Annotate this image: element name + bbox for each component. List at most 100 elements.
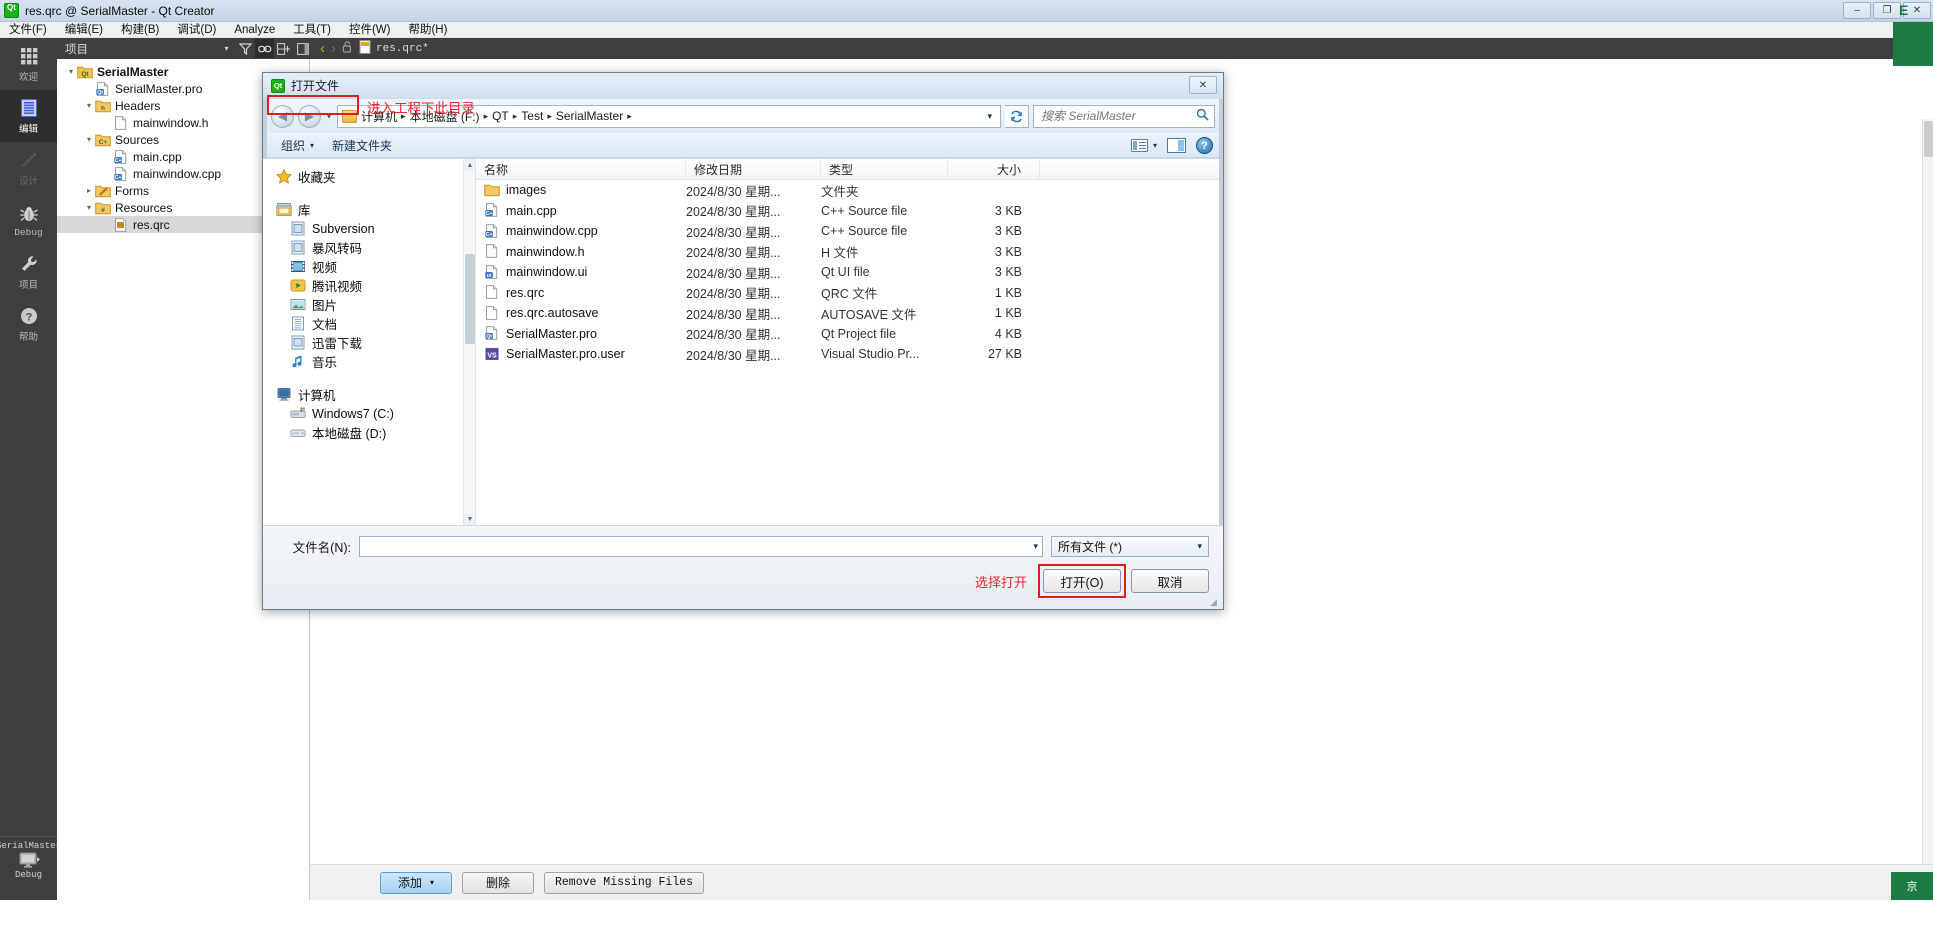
editor-scrollbar[interactable] <box>1922 119 1933 899</box>
menu-item-2[interactable]: 构建(B) <box>112 22 168 38</box>
place-item-4[interactable]: 视频 <box>263 257 475 276</box>
filename-field[interactable]: ▾ <box>359 536 1043 557</box>
view-mode-button[interactable]: ▾ <box>1130 139 1157 152</box>
file-row[interactable]: images 2024/8/30 星期... 文件夹 <box>476 180 1223 201</box>
unlock-icon[interactable] <box>342 41 353 56</box>
file-row[interactable]: VS SerialMaster.pro.user 2024/8/30 星期... Vi… <box>476 344 1223 365</box>
help-icon[interactable]: ? <box>1196 137 1213 154</box>
filter-icon[interactable] <box>236 39 255 58</box>
editor-tab-res-qrc[interactable]: res.qrc* <box>359 39 429 58</box>
preview-pane-icon[interactable] <box>1167 138 1186 153</box>
breadcrumb-item-2[interactable]: QT <box>492 109 509 123</box>
place-item-6[interactable]: 图片 <box>263 295 475 314</box>
tree-expand-arrow[interactable]: ▾ <box>83 135 95 144</box>
places-pane[interactable]: 收藏夹库 Subversion 暴风转码 视频 腾讯视频 图片 文档 迅雷下载 音乐计算机 Win… <box>263 159 476 525</box>
refresh-icon[interactable] <box>1005 104 1029 128</box>
menu-item-0[interactable]: 文件(F) <box>0 22 56 38</box>
back-arrow-icon[interactable]: ◀ <box>271 104 294 128</box>
column-header-size[interactable]: 大小 <box>948 159 1040 179</box>
remove-missing-files-button[interactable]: Remove Missing Files <box>544 871 705 894</box>
file-row[interactable]: C+ main.cpp 2024/8/30 星期... C++ Source file… <box>476 201 1223 222</box>
svg-text:VS: VS <box>487 352 497 359</box>
nav-back-button[interactable]: ‹ <box>320 40 325 57</box>
place-item-label: 本地磁盘 (D:) <box>312 427 387 441</box>
scroll-up-icon[interactable]: ▲ <box>464 159 475 171</box>
minimize-button[interactable]: – <box>1843 2 1871 19</box>
column-header-date[interactable]: 修改日期 <box>686 159 821 179</box>
chevron-down-icon[interactable]: ▾ <box>987 111 996 122</box>
file-type: C++ Source file <box>821 203 908 218</box>
chevron-down-icon: ▾ <box>1152 141 1157 150</box>
mode-item-bug[interactable]: Debug <box>0 194 57 246</box>
file-list-rows[interactable]: images 2024/8/30 星期... 文件夹 C+ main.cpp 2024/8… <box>476 180 1223 365</box>
tree-expand-arrow[interactable]: ▾ <box>83 203 95 212</box>
history-dropdown-icon[interactable]: ▾ <box>325 112 333 121</box>
places-scrollbar[interactable]: ▲ ▼ <box>463 159 475 525</box>
split-icon[interactable] <box>274 39 293 58</box>
place-item-label: 收藏夹 <box>298 171 336 185</box>
place-item-1[interactable]: 库 <box>263 200 475 219</box>
file-row[interactable]: res.qrc 2024/8/30 星期... QRC 文件 1 KB <box>476 283 1223 304</box>
menu-item-7[interactable]: 帮助(H) <box>399 22 456 38</box>
mode-item-question[interactable]: ? 帮助 <box>0 298 57 350</box>
file-row[interactable]: ui mainwindow.ui 2024/8/30 星期... Qt UI file… <box>476 262 1223 283</box>
menu-item-1[interactable]: 编辑(E) <box>56 22 112 38</box>
place-item-7[interactable]: 文档 <box>263 314 475 333</box>
chevron-down-icon[interactable]: ▾ <box>217 39 236 58</box>
link-icon[interactable] <box>255 39 274 58</box>
kit-selector[interactable]: SerialMaster Debug <box>0 836 61 900</box>
place-item-5[interactable]: 腾讯视频 <box>263 276 475 295</box>
menu-item-6[interactable]: 控件(W) <box>340 22 400 38</box>
remove-button[interactable]: 删除 <box>462 871 534 894</box>
menu-item-5[interactable]: 工具(T) <box>284 22 340 38</box>
filename-input[interactable] <box>364 538 1030 555</box>
tree-expand-arrow[interactable]: ▸ <box>83 186 95 195</box>
nav-forward-button[interactable]: › <box>331 40 336 57</box>
add-button[interactable]: 添加 ▾ <box>380 871 452 894</box>
dialog-close-button[interactable]: ✕ <box>1189 76 1217 94</box>
search-box[interactable] <box>1033 104 1215 128</box>
question-icon: ? <box>18 305 40 327</box>
place-item-9[interactable]: 音乐 <box>263 352 475 371</box>
menu-item-4[interactable]: Analyze <box>225 22 284 38</box>
mode-item-grid[interactable]: 欢迎 <box>0 38 57 90</box>
maximize-button[interactable]: ❐ <box>1873 2 1901 19</box>
place-item-12[interactable]: 本地磁盘 (D:) <box>263 423 475 442</box>
place-item-3[interactable]: 暴风转码 <box>263 238 475 257</box>
h-file-icon <box>113 115 129 130</box>
file-row[interactable]: res.qrc.autosave 2024/8/30 星期... AUTOSAVE … <box>476 303 1223 324</box>
chevron-down-icon[interactable]: ▾ <box>1029 541 1038 552</box>
mode-item-wrench[interactable]: 项目 <box>0 246 57 298</box>
tree-expand-arrow[interactable]: ▾ <box>83 101 95 110</box>
place-item-0[interactable]: 收藏夹 <box>263 167 475 186</box>
open-button[interactable]: 打开(O) <box>1043 569 1121 593</box>
organize-button[interactable]: 组织 ▾ <box>273 135 322 156</box>
scroll-down-icon[interactable]: ▼ <box>464 513 475 525</box>
place-item-2[interactable]: Subversion <box>263 219 475 238</box>
new-folder-button[interactable]: 新建文件夹 <box>324 135 400 156</box>
column-header-type[interactable]: 类型 <box>821 159 948 179</box>
file-name: mainwindow.ui <box>506 265 588 280</box>
resize-grip[interactable]: ◢ <box>1210 597 1220 607</box>
search-input[interactable] <box>1039 108 1196 124</box>
place-item-11[interactable]: Windows7 (C:) <box>263 404 475 423</box>
file-row[interactable]: mainwindow.h 2024/8/30 星期... H 文件 3 KB <box>476 242 1223 263</box>
file-row[interactable]: C+ mainwindow.cpp 2024/8/30 星期... C++ Sourc… <box>476 221 1223 242</box>
forward-arrow-icon[interactable]: ▶ <box>298 104 321 128</box>
breadcrumb-item-3[interactable]: Test <box>521 109 543 123</box>
file-type: QRC 文件 <box>821 287 878 302</box>
project-toolbar: 项目 ▾ ‹ › res.qrc* ✕ <box>57 38 1933 59</box>
add-button-label: 添加 <box>397 876 422 890</box>
file-name: main.cpp <box>506 203 557 218</box>
breadcrumb-item-4[interactable]: SerialMaster <box>556 109 623 123</box>
file-row[interactable]: Qt SerialMaster.pro 2024/8/30 星期... Qt Proj… <box>476 324 1223 345</box>
cancel-button[interactable]: 取消 <box>1131 569 1209 593</box>
menu-item-3[interactable]: 调试(D) <box>168 22 225 38</box>
place-item-8[interactable]: 迅雷下载 <box>263 333 475 352</box>
file-filter-select[interactable]: 所有文件 (*) ▾ <box>1051 536 1209 557</box>
place-item-10[interactable]: 计算机 <box>263 385 475 404</box>
mode-item-document[interactable]: 编辑 <box>0 90 57 142</box>
tree-expand-arrow[interactable]: ▾ <box>65 67 77 76</box>
column-header-name[interactable]: 名称 <box>476 159 686 179</box>
sidebar-icon[interactable] <box>293 39 312 58</box>
